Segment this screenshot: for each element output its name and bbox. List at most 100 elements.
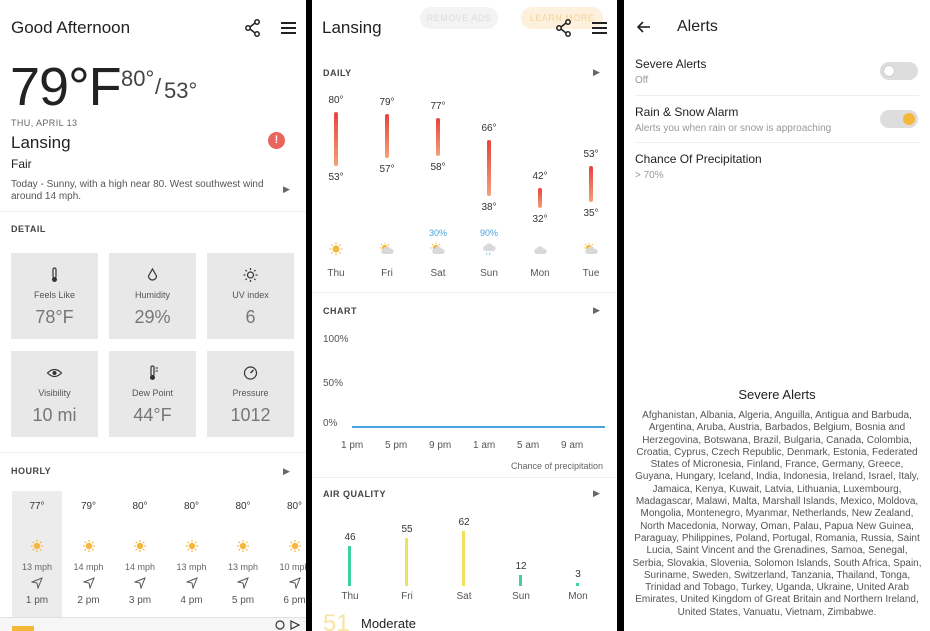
rain-snow-alarm-toggle[interactable] <box>880 110 918 128</box>
detail-label: Pressure <box>232 388 269 398</box>
sunny-icon <box>31 540 43 552</box>
aq-day: Fri <box>401 591 413 602</box>
hourly-wind: 14 mph <box>124 562 156 572</box>
detail-value: 1012 <box>230 405 271 425</box>
hourly-time: 3 pm <box>128 595 152 606</box>
aq-value: 55 <box>401 523 413 535</box>
hourly-item[interactable]: 79° 14 mph 2 pm <box>64 491 114 631</box>
detail-value: 78°F <box>35 307 74 327</box>
hourly-wind: 10 mph <box>279 562 306 572</box>
wind-direction-icon <box>237 577 249 589</box>
aq-value: 62 <box>458 517 470 529</box>
hourly-temp: 77° <box>29 501 45 512</box>
menu-icon[interactable] <box>279 18 299 38</box>
back-arrow-icon[interactable] <box>636 19 652 35</box>
forecast-summary[interactable]: Today - Sunny, with a high near 80. West… <box>11 179 271 203</box>
detail-tile-visibility[interactable]: Visibility 10 mi <box>11 351 98 437</box>
hourly-temp: 80° <box>235 501 251 512</box>
alerts-title: Alerts <box>677 18 718 35</box>
aq-value: 3 <box>575 569 581 580</box>
aq-bar <box>462 531 465 586</box>
share-icon[interactable] <box>243 18 263 38</box>
detail-tile-pressure[interactable]: Pressure 1012 <box>207 351 294 437</box>
setting-title: Rain & Snow Alarm <box>635 105 739 119</box>
ad-banner[interactable] <box>0 617 306 631</box>
air-quality-item[interactable]: 62 Sat <box>449 0 479 631</box>
detail-tile-feels-like[interactable]: Feels Like 78°F <box>11 253 98 339</box>
alerts-settings-screen: Alerts Severe Alerts Off Rain & Snow Ala… <box>624 0 930 631</box>
partly-cloudy-icon <box>430 242 445 254</box>
setting-subtitle: > 70% <box>635 170 664 181</box>
temperature-range-bar <box>436 118 440 156</box>
sunny-icon <box>134 540 146 552</box>
wind-direction-icon <box>31 577 43 589</box>
chevron-right-icon[interactable]: ▶ <box>283 184 290 195</box>
hourly-item[interactable]: 80° 13 mph 4 pm <box>167 491 217 631</box>
current-temperature: 79°F <box>10 57 122 117</box>
aq-bar <box>405 537 408 586</box>
temperature-range-bar <box>538 188 542 208</box>
weather-main-screen: Good Afternoon 79°F 80° / 53° THU, APRIL… <box>0 0 306 631</box>
detail-tile-uv-index[interactable]: UV index 6 <box>207 253 294 339</box>
detail-section-label: DETAIL <box>11 224 46 234</box>
hourly-time: 1 pm <box>25 595 49 606</box>
aq-day: Mon <box>568 591 588 602</box>
temp-separator: / <box>155 74 162 99</box>
aq-bar <box>576 583 579 586</box>
wind-direction-icon <box>288 577 301 589</box>
divider <box>635 95 919 96</box>
sunny-icon <box>185 540 198 552</box>
sunny-icon <box>82 540 95 552</box>
hourly-item[interactable]: 80° 13 mph 5 pm <box>218 491 268 631</box>
hourly-section-label: HOURLY <box>11 466 52 476</box>
detail-value: 29% <box>134 307 171 327</box>
severe-alerts-toggle[interactable] <box>880 62 918 80</box>
aq-day: Sun <box>512 591 530 602</box>
sunny-icon <box>288 540 301 552</box>
temperature-range-bar <box>385 114 389 158</box>
detail-label: Feels Like <box>33 290 76 300</box>
droplet-icon <box>147 267 158 281</box>
aq-bar <box>519 575 522 586</box>
hourly-item[interactable]: 80° 10 mph 6 pm <box>270 491 306 631</box>
menu-icon[interactable] <box>590 18 610 38</box>
setting-subtitle: Alerts you when rain or snow is approach… <box>635 123 832 134</box>
chevron-right-icon[interactable]: ▶ <box>593 305 600 316</box>
chevron-right-icon[interactable]: ▶ <box>283 466 290 477</box>
thermometer-icon <box>52 267 57 282</box>
air-quality-item[interactable]: 3 Mon <box>563 0 593 631</box>
detail-value: 44°F <box>133 405 172 425</box>
air-quality-item[interactable]: 12 Sun <box>506 0 536 631</box>
detail-value: 10 mi <box>32 405 77 425</box>
hourly-time: 4 pm <box>180 595 203 606</box>
hourly-wind: 13 mph <box>227 562 259 572</box>
detail-tile-humidity[interactable]: Humidity 29% <box>109 253 196 339</box>
aq-bar <box>348 545 351 586</box>
air-quality-item[interactable]: 46 Thu <box>335 0 365 631</box>
chart-x-tick: 9 pm <box>429 440 452 451</box>
detail-label: Dew Point <box>131 388 174 398</box>
hourly-item[interactable]: 80° 14 mph 3 pm <box>115 491 165 631</box>
hourly-item[interactable]: 77° 13 mph 1 pm <box>12 491 62 631</box>
gauge-icon <box>243 366 258 380</box>
wind-direction-icon <box>134 577 146 589</box>
chevron-right-icon[interactable]: ▶ <box>593 67 600 78</box>
alert-icon[interactable]: ! <box>268 132 285 149</box>
detail-tile-dew-point[interactable]: Dew Point 44°F <box>109 351 196 437</box>
rain-cloud-icon <box>483 243 496 256</box>
aq-status: Moderate <box>361 616 416 631</box>
hourly-wind: 14 mph <box>73 562 104 572</box>
hourly-wind: 13 mph <box>21 562 53 572</box>
ad-logo-icon <box>12 626 34 631</box>
detail-label: UV index <box>232 290 269 300</box>
divider <box>0 211 306 212</box>
air-quality-item[interactable]: 55 Fri <box>392 0 422 631</box>
severe-alerts-heading: Severe Alerts <box>738 387 816 402</box>
ad-choices-icon[interactable] <box>275 619 301 631</box>
eye-icon <box>46 368 63 378</box>
aq-index-value: 51 <box>323 610 350 631</box>
setting-subtitle: Off <box>635 75 649 86</box>
chevron-right-icon[interactable]: ▶ <box>593 488 600 499</box>
hourly-temp: 79° <box>80 501 97 512</box>
setting-title: Chance Of Precipitation <box>635 152 762 166</box>
